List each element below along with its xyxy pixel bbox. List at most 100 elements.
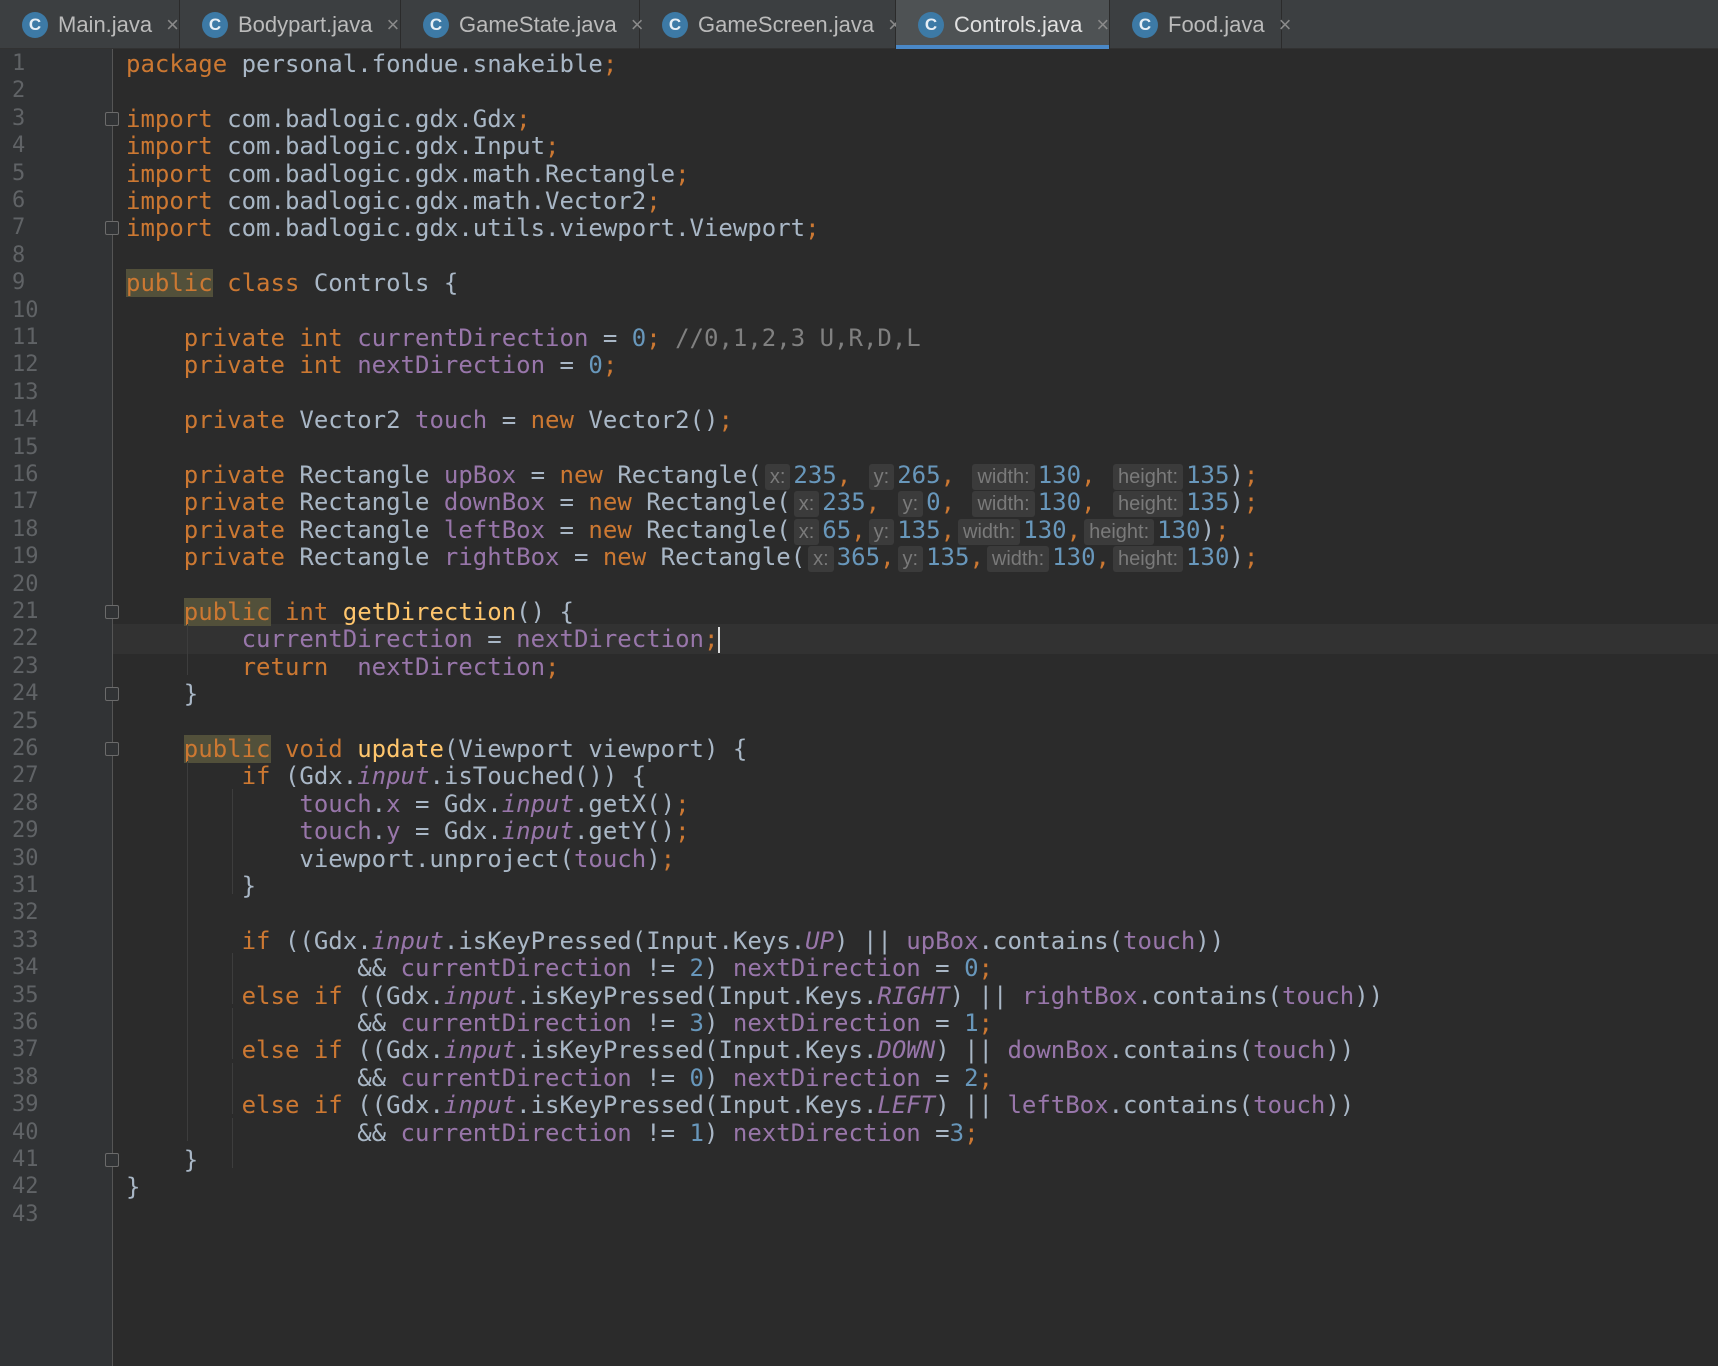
line-number: 35	[12, 982, 39, 1008]
close-icon[interactable]: ×	[166, 12, 179, 38]
tab-food-java[interactable]: C Food.java ×	[1110, 0, 1291, 49]
line-number: 27	[12, 763, 39, 789]
line-number: 34	[12, 955, 39, 981]
code-token: .isTouched()) {	[429, 762, 647, 791]
line-number: 12	[12, 352, 39, 378]
line-number: 13	[12, 379, 39, 405]
code-token: y	[386, 817, 401, 846]
fold-marker-icon[interactable]	[105, 111, 119, 126]
code-token: private int	[183, 351, 343, 380]
code-token: ) ||	[935, 1036, 1008, 1065]
code-token: else if	[241, 1091, 343, 1120]
java-class-icon: C	[423, 11, 449, 38]
code-token: Rectangle(	[646, 543, 806, 572]
code-line: private Vector2 touch = new Vector2();	[126, 405, 733, 435]
tab-gamescreen-java[interactable]: C GameScreen.java ×	[640, 0, 901, 49]
tab-main-java[interactable]: C Main.java ×	[0, 0, 180, 49]
close-icon[interactable]: ×	[1279, 12, 1292, 38]
code-token: ((Gdx.	[342, 1091, 444, 1120]
code-line: return nextDirection;	[126, 652, 560, 682]
code-token: = Gdx.	[400, 789, 502, 818]
code-token: ))	[1195, 926, 1225, 955]
code-line: else if ((Gdx.input.isKeyPressed(Input.K…	[126, 1090, 1355, 1120]
code-token: 130	[1037, 461, 1082, 489]
code-token: = Gdx.	[400, 817, 502, 846]
code-token: RIGHT	[877, 981, 950, 1010]
line-number: 2	[12, 78, 26, 104]
close-icon[interactable]: ×	[1096, 12, 1109, 38]
code-token: touch	[299, 817, 372, 846]
close-icon[interactable]: ×	[387, 12, 400, 38]
tab-bodypart-java[interactable]: C Bodypart.java ×	[180, 0, 401, 49]
code-token: ,	[1066, 515, 1082, 544]
code-token: &&	[126, 954, 401, 983]
line-number: 38	[12, 1064, 39, 1090]
java-class-icon: C	[22, 11, 48, 38]
parameter-hint: height:	[1113, 491, 1184, 518]
line-number-gutter: 1 2 3 4 5 6 7 8 9 10 11 12 13 14 15 16 17 18 19 20 21 22 23 24 2…	[0, 49, 113, 1366]
code-token: ;	[660, 844, 676, 873]
code-token: 0	[689, 1063, 704, 1092]
code-token: &&	[126, 1118, 401, 1147]
code-token: 65	[822, 515, 852, 544]
code-token: !=	[631, 954, 690, 983]
parameter-hint: y:	[868, 464, 895, 490]
fold-marker-icon[interactable]	[105, 1153, 119, 1167]
code-token: .isKeyPressed(Input.Keys.	[516, 1036, 878, 1065]
parameter-hint: x:	[808, 546, 834, 573]
code-token: nextDirection	[357, 652, 546, 681]
line-number: 10	[12, 297, 39, 323]
parameter-hint: width:	[958, 518, 1021, 545]
code-editor[interactable]: 1 2 3 4 5 6 7 8 9 10 11 12 13 14 15 16 17 18 19 20 21 22 23 24 2…	[0, 49, 1718, 1366]
code-token: () {	[516, 598, 574, 626]
code-token: Rectangle(	[602, 461, 762, 489]
code-token: upBox	[906, 926, 979, 955]
code-token: ,	[836, 461, 852, 489]
code-token: return	[241, 652, 329, 681]
code-token: Rectangle(	[631, 488, 791, 517]
code-token: currentDirection	[400, 1009, 632, 1037]
code-token: ;	[675, 789, 690, 818]
fold-marker-icon[interactable]	[105, 221, 119, 236]
code-token: getDirection	[342, 598, 517, 626]
code-token: ) ||	[834, 926, 907, 955]
code-token: com.badlogic.gdx.math.Vector2	[212, 187, 647, 215]
fold-marker-icon[interactable]	[105, 687, 119, 702]
code-token: com.badlogic.gdx.math.Rectangle	[212, 159, 676, 188]
editor-tab-bar: C Main.java × C Bodypart.java × C GameState.jav…	[0, 0, 1718, 49]
code-line: public int getDirection() {	[126, 597, 574, 627]
code-token: private	[183, 488, 285, 517]
code-token: 265	[897, 461, 941, 489]
code-token: 130	[1023, 515, 1067, 544]
fold-marker-icon[interactable]	[105, 605, 119, 619]
code-line: currentDirection = nextDirection;	[126, 624, 721, 654]
code-line: import com.badlogic.gdx.Input;	[126, 131, 560, 161]
code-line: public void update(Viewport viewport) {	[126, 734, 747, 764]
code-token: .	[371, 817, 387, 846]
code-line: && currentDirection != 3) nextDirection …	[126, 1008, 993, 1038]
fold-marker-icon[interactable]	[105, 742, 119, 756]
tab-gamestate-java[interactable]: C GameState.java ×	[401, 0, 644, 49]
code-token: DOWN	[877, 1036, 936, 1065]
code-token: 135	[1186, 461, 1230, 489]
code-token: x	[386, 789, 401, 818]
code-token: public	[183, 735, 271, 763]
code-token: viewport.unproject(	[126, 844, 574, 873]
code-token: (Viewport viewport) {	[443, 735, 748, 763]
code-token: touch	[1253, 1091, 1326, 1120]
tab-controls-java[interactable]: C Controls.java ×	[896, 0, 1110, 49]
code-token: nextDirection	[357, 351, 546, 380]
code-token: Rectangle(	[631, 515, 791, 544]
code-token: .contains(	[1108, 1091, 1254, 1120]
code-token: ;	[602, 50, 618, 78]
code-token: }	[126, 1173, 141, 1202]
code-token: 235	[793, 461, 837, 489]
code-token: )	[646, 844, 661, 873]
code-token: nextDirection	[732, 1009, 921, 1037]
